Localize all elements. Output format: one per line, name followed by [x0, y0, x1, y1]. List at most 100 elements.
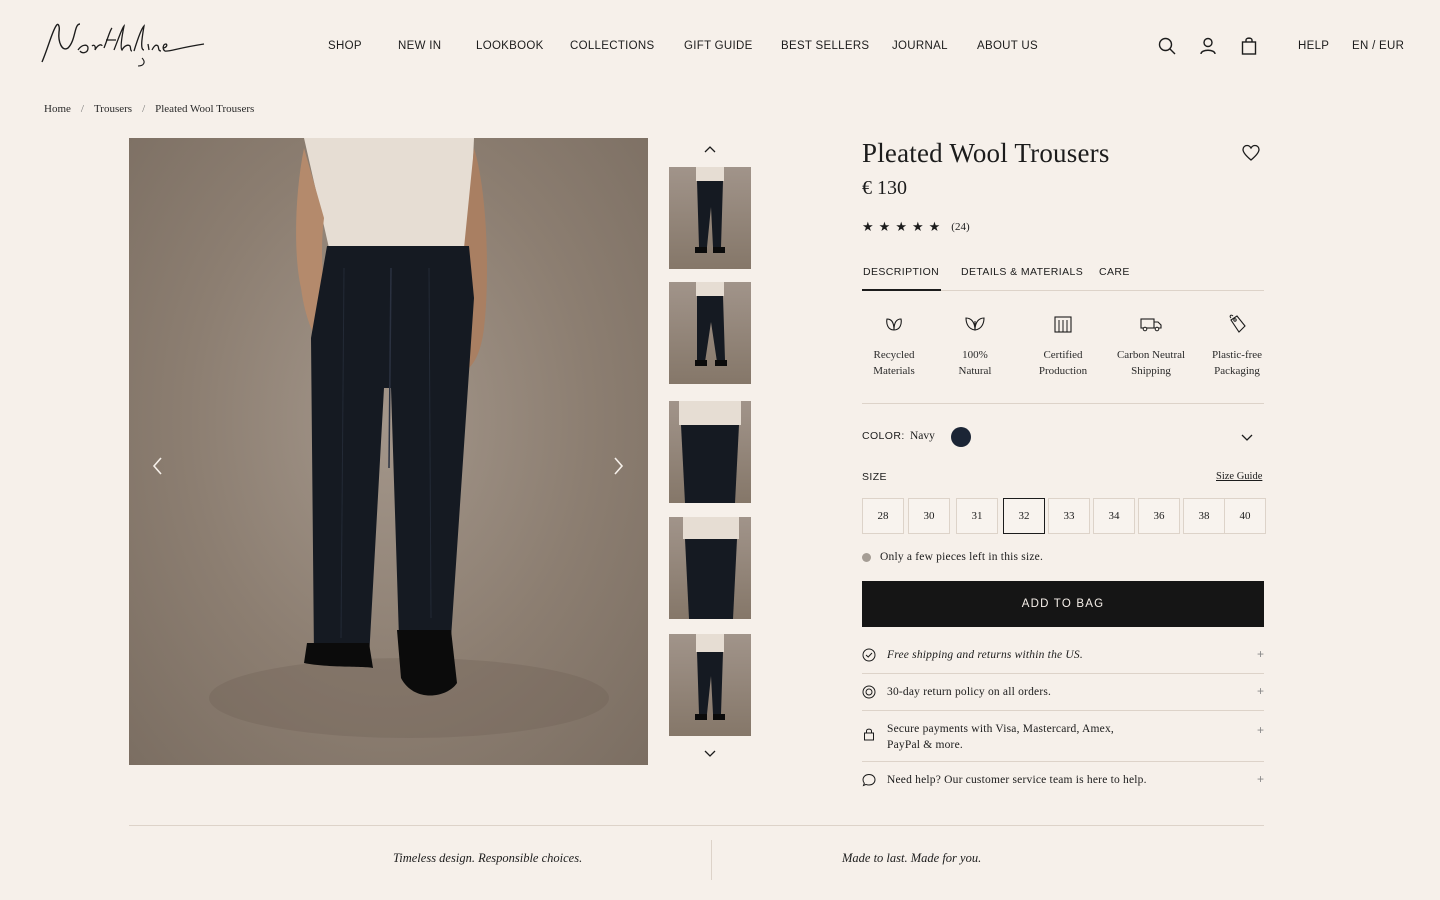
tab-care[interactable]: CARE — [1099, 266, 1130, 278]
size-option[interactable]: 38 — [1183, 498, 1225, 534]
locale-selector[interactable]: EN / EUR — [1352, 40, 1404, 52]
plus-icon[interactable]: + — [1257, 684, 1264, 698]
nav-lookbook[interactable]: LOOKBOOK — [476, 40, 544, 52]
breadcrumb-trousers[interactable]: Trousers — [94, 103, 132, 115]
leaves-icon — [930, 312, 1020, 336]
product-rating[interactable]: ★ ★ ★ ★ ★ (24) — [862, 219, 970, 235]
footer-divider-line — [129, 825, 1264, 826]
info-shipping[interactable]: Free shipping and returns within the US.… — [862, 637, 1264, 674]
thumbnail-4[interactable] — [669, 517, 751, 619]
main-product-image[interactable] — [129, 138, 648, 765]
nav-journal[interactable]: JOURNAL — [892, 40, 948, 52]
feature-label: Carbon Neutral Shipping — [1116, 349, 1186, 377]
thumbnail-2[interactable] — [669, 282, 751, 384]
stock-notice: Only a few pieces left in this size. — [862, 551, 1043, 563]
product-title: Pleated Wool Trousers — [862, 138, 1110, 168]
feature-recycled: Recycled Materials — [849, 312, 939, 379]
breadcrumb-home[interactable]: Home — [44, 103, 71, 115]
size-option[interactable]: 36 — [1138, 498, 1180, 534]
plus-icon[interactable]: + — [1257, 772, 1264, 786]
leaf-icon — [849, 312, 939, 336]
feature-carbon-neutral: Carbon Neutral Shipping — [1106, 312, 1196, 379]
star-icon: ★ — [862, 219, 874, 234]
stock-text: Only a few pieces left in this size. — [880, 551, 1044, 563]
feature-natural: 100% Natural — [930, 312, 1020, 379]
add-to-bag-button[interactable]: ADD TO BAG — [862, 581, 1264, 627]
nav-best-sellers[interactable]: BEST SELLERS — [781, 40, 869, 52]
star-icon: ★ — [878, 219, 891, 234]
size-option[interactable]: 31 — [956, 498, 998, 534]
bag-icon[interactable] — [1239, 36, 1259, 56]
feature-label: Plastic-free Packaging — [1211, 349, 1263, 377]
lock-icon — [862, 727, 876, 741]
truck-icon — [1106, 312, 1196, 336]
thumbnails-up-icon[interactable] — [702, 142, 718, 156]
info-payments[interactable]: Secure payments with Visa, Mastercard, A… — [862, 711, 1264, 762]
color-value: Navy — [910, 430, 935, 442]
nav-about-us[interactable]: ABOUT US — [977, 40, 1038, 52]
color-selector[interactable]: COLOR: Navy — [862, 426, 1264, 448]
feature-label: Certified Production — [1038, 349, 1088, 377]
wishlist-heart-icon[interactable] — [1241, 143, 1261, 163]
size-option[interactable]: 30 — [908, 498, 950, 534]
star-icon: ★ — [928, 219, 941, 234]
chevron-left-icon[interactable] — [149, 455, 167, 477]
logo-script-image — [41, 23, 205, 67]
feature-label: Recycled Materials — [873, 349, 915, 377]
tab-details-materials[interactable]: DETAILS & MATERIALS — [961, 266, 1083, 278]
breadcrumb-separator: / — [80, 103, 84, 115]
nav-shop[interactable]: SHOP — [328, 40, 362, 52]
chevron-down-icon[interactable] — [1240, 430, 1254, 444]
thumbnails-down-icon[interactable] — [702, 747, 718, 761]
account-icon[interactable] — [1198, 36, 1218, 56]
product-price: € 130 — [862, 177, 907, 199]
breadcrumb-separator: / — [142, 103, 146, 115]
chevron-right-icon[interactable] — [609, 455, 627, 477]
star-icon: ★ — [911, 219, 924, 234]
color-label: COLOR: — [862, 430, 905, 442]
factory-icon — [1018, 312, 1108, 336]
plus-icon[interactable]: + — [1257, 723, 1264, 737]
tab-description[interactable]: DESCRIPTION — [861, 266, 942, 291]
size-option-selected[interactable]: 32 — [1003, 498, 1045, 534]
thumbnail-1[interactable] — [669, 167, 751, 269]
size-option[interactable]: 33 — [1048, 498, 1090, 534]
info-help[interactable]: Need help? Our customer service team is … — [862, 762, 1264, 798]
product-photo — [209, 138, 609, 738]
info-returns[interactable]: 30-day return policy on all orders. + — [862, 674, 1264, 711]
check-circle-icon — [862, 648, 876, 662]
info-text: Need help? Our customer service team is … — [887, 774, 1147, 786]
size-option[interactable]: 28 — [862, 498, 904, 534]
return-icon — [862, 685, 876, 699]
nav-gift-guide[interactable]: GIFT GUIDE — [684, 40, 753, 52]
star-icon: ★ — [895, 219, 907, 234]
sustainability-features: Recycled Materials 100% Natural Certifie… — [862, 312, 1264, 404]
thumbnail-5[interactable] — [669, 634, 751, 736]
nav-new-in[interactable]: NEW IN — [398, 40, 441, 52]
product-tabs: DESCRIPTION DETAILS & MATERIALS CARE — [861, 263, 1264, 291]
nav-collections[interactable]: COLLECTIONS — [570, 40, 654, 52]
info-text: Free shipping and returns within the US. — [887, 649, 1083, 661]
thumbnail-3[interactable] — [669, 401, 751, 503]
footer-vertical-divider — [711, 840, 712, 880]
brand-logo[interactable] — [38, 18, 208, 70]
color-swatch-navy[interactable] — [951, 427, 971, 447]
size-guide-link[interactable]: Size Guide — [1216, 471, 1262, 482]
footer-tagline-left: Timeless design. Responsible choices. — [393, 851, 583, 865]
size-option[interactable]: 34 — [1093, 498, 1135, 534]
size-option[interactable]: 40 — [1224, 498, 1266, 534]
plus-icon[interactable]: + — [1257, 647, 1264, 661]
size-label: SIZE — [862, 471, 887, 483]
info-text: 30-day return policy on all orders. — [887, 686, 1052, 698]
info-text: Secure payments with Visa, Mastercard, A… — [887, 723, 1114, 751]
breadcrumb-current: Pleated Wool Trousers — [155, 103, 255, 115]
review-count[interactable]: (24) — [951, 221, 969, 233]
tag-icon — [1192, 312, 1282, 336]
footer-tagline-right: Made to last. Made for you. — [842, 851, 982, 865]
breadcrumb: Home / Trousers / Pleated Wool Trousers — [44, 103, 254, 115]
feature-label: 100% Natural — [958, 349, 992, 377]
feature-plastic-free: Plastic-free Packaging — [1192, 312, 1282, 379]
feature-certified: Certified Production — [1018, 312, 1108, 379]
search-icon[interactable] — [1157, 36, 1177, 56]
help-link[interactable]: HELP — [1298, 40, 1329, 52]
